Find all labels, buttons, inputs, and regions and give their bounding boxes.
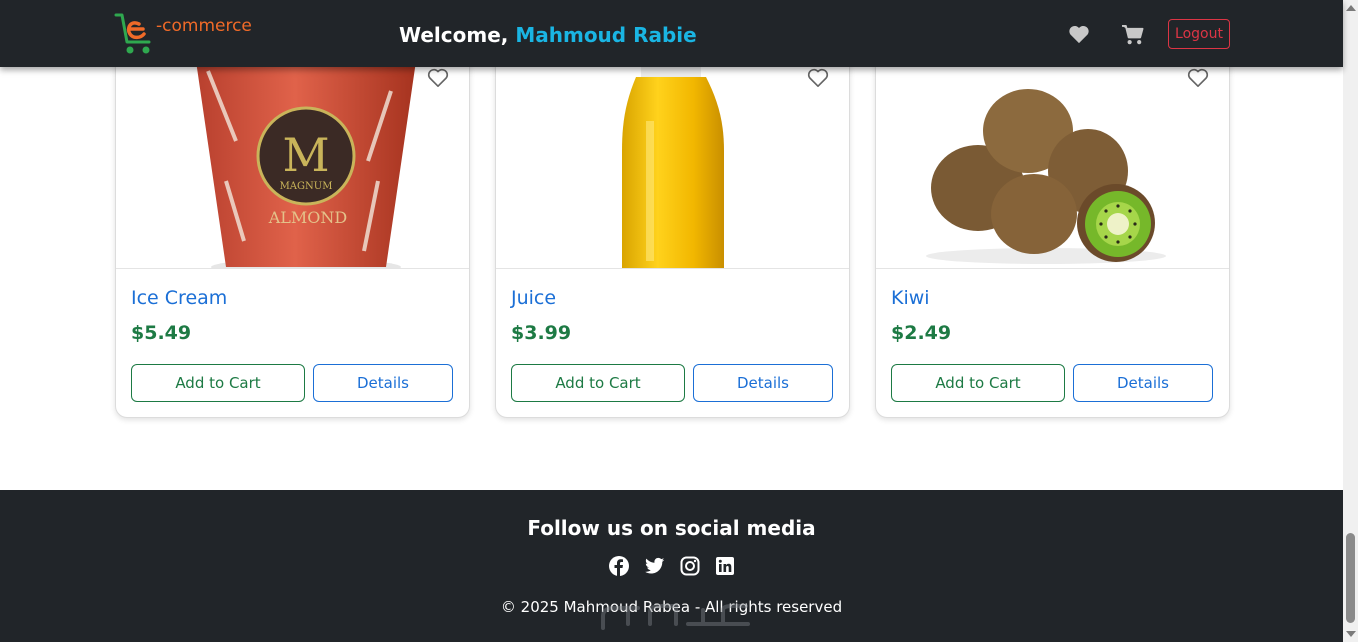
- page: M MAGNUM ALMOND Ice Cream $5.49 Add to C…: [0, 0, 1358, 642]
- favorite-heart-icon[interactable]: [1187, 68, 1209, 88]
- product-card: M MAGNUM ALMOND Ice Cream $5.49 Add to C…: [115, 30, 470, 418]
- details-button[interactable]: Details: [1073, 364, 1213, 402]
- favorite-heart-icon[interactable]: [427, 68, 449, 88]
- product-price: $3.99: [511, 322, 572, 344]
- details-button[interactable]: Details: [313, 364, 453, 402]
- wishlist-heart-icon[interactable]: [1068, 25, 1090, 44]
- logout-button[interactable]: Logout: [1168, 19, 1230, 49]
- logo-text: -commerce: [156, 16, 252, 36]
- facebook-icon[interactable]: [609, 556, 629, 576]
- scroll-down-arrow-icon[interactable]: [1346, 631, 1356, 637]
- product-card: Kiwi $2.49 Add to Cart Details: [875, 30, 1230, 418]
- welcome-prefix: Welcome,: [399, 23, 509, 47]
- product-price: $5.49: [131, 322, 192, 344]
- product-card: Juice $3.99 Add to Cart Details: [495, 30, 850, 418]
- add-to-cart-button[interactable]: Add to Cart: [511, 364, 685, 402]
- vertical-scrollbar[interactable]: [1343, 0, 1358, 642]
- product-grid: M MAGNUM ALMOND Ice Cream $5.49 Add to C…: [115, 30, 1230, 418]
- navbar: -commerce Welcome, Mahmoud Rabie Logout: [0, 0, 1343, 67]
- product-price: $2.49: [891, 322, 952, 344]
- watermark-logo: [598, 598, 763, 632]
- user-name: Mahmoud Rabie: [515, 23, 697, 47]
- welcome-message: Welcome, Mahmoud Rabie: [399, 23, 697, 47]
- add-to-cart-button[interactable]: Add to Cart: [891, 364, 1065, 402]
- footer-title: Follow us on social media: [527, 516, 816, 540]
- svg-text:M: M: [282, 128, 329, 182]
- scrollbar-thumb[interactable]: [1346, 533, 1355, 623]
- instagram-icon[interactable]: [680, 556, 700, 576]
- scroll-up-arrow-icon[interactable]: [1346, 5, 1356, 11]
- add-to-cart-button[interactable]: Add to Cart: [131, 364, 305, 402]
- cart-icon[interactable]: [1121, 24, 1144, 45]
- svg-text:MAGNUM: MAGNUM: [280, 181, 333, 192]
- favorite-heart-icon[interactable]: [807, 68, 829, 88]
- linkedin-icon[interactable]: [715, 556, 735, 576]
- product-title[interactable]: Juice: [511, 287, 556, 309]
- details-button[interactable]: Details: [693, 364, 833, 402]
- product-title[interactable]: Ice Cream: [131, 287, 227, 309]
- footer: Follow us on social media © 2025 Mahmoud…: [0, 490, 1343, 642]
- product-title[interactable]: Kiwi: [891, 287, 930, 309]
- social-links: [609, 556, 735, 578]
- logo[interactable]: -commerce: [113, 12, 253, 56]
- twitter-icon[interactable]: [645, 556, 665, 576]
- svg-text:ALMOND: ALMOND: [268, 208, 348, 227]
